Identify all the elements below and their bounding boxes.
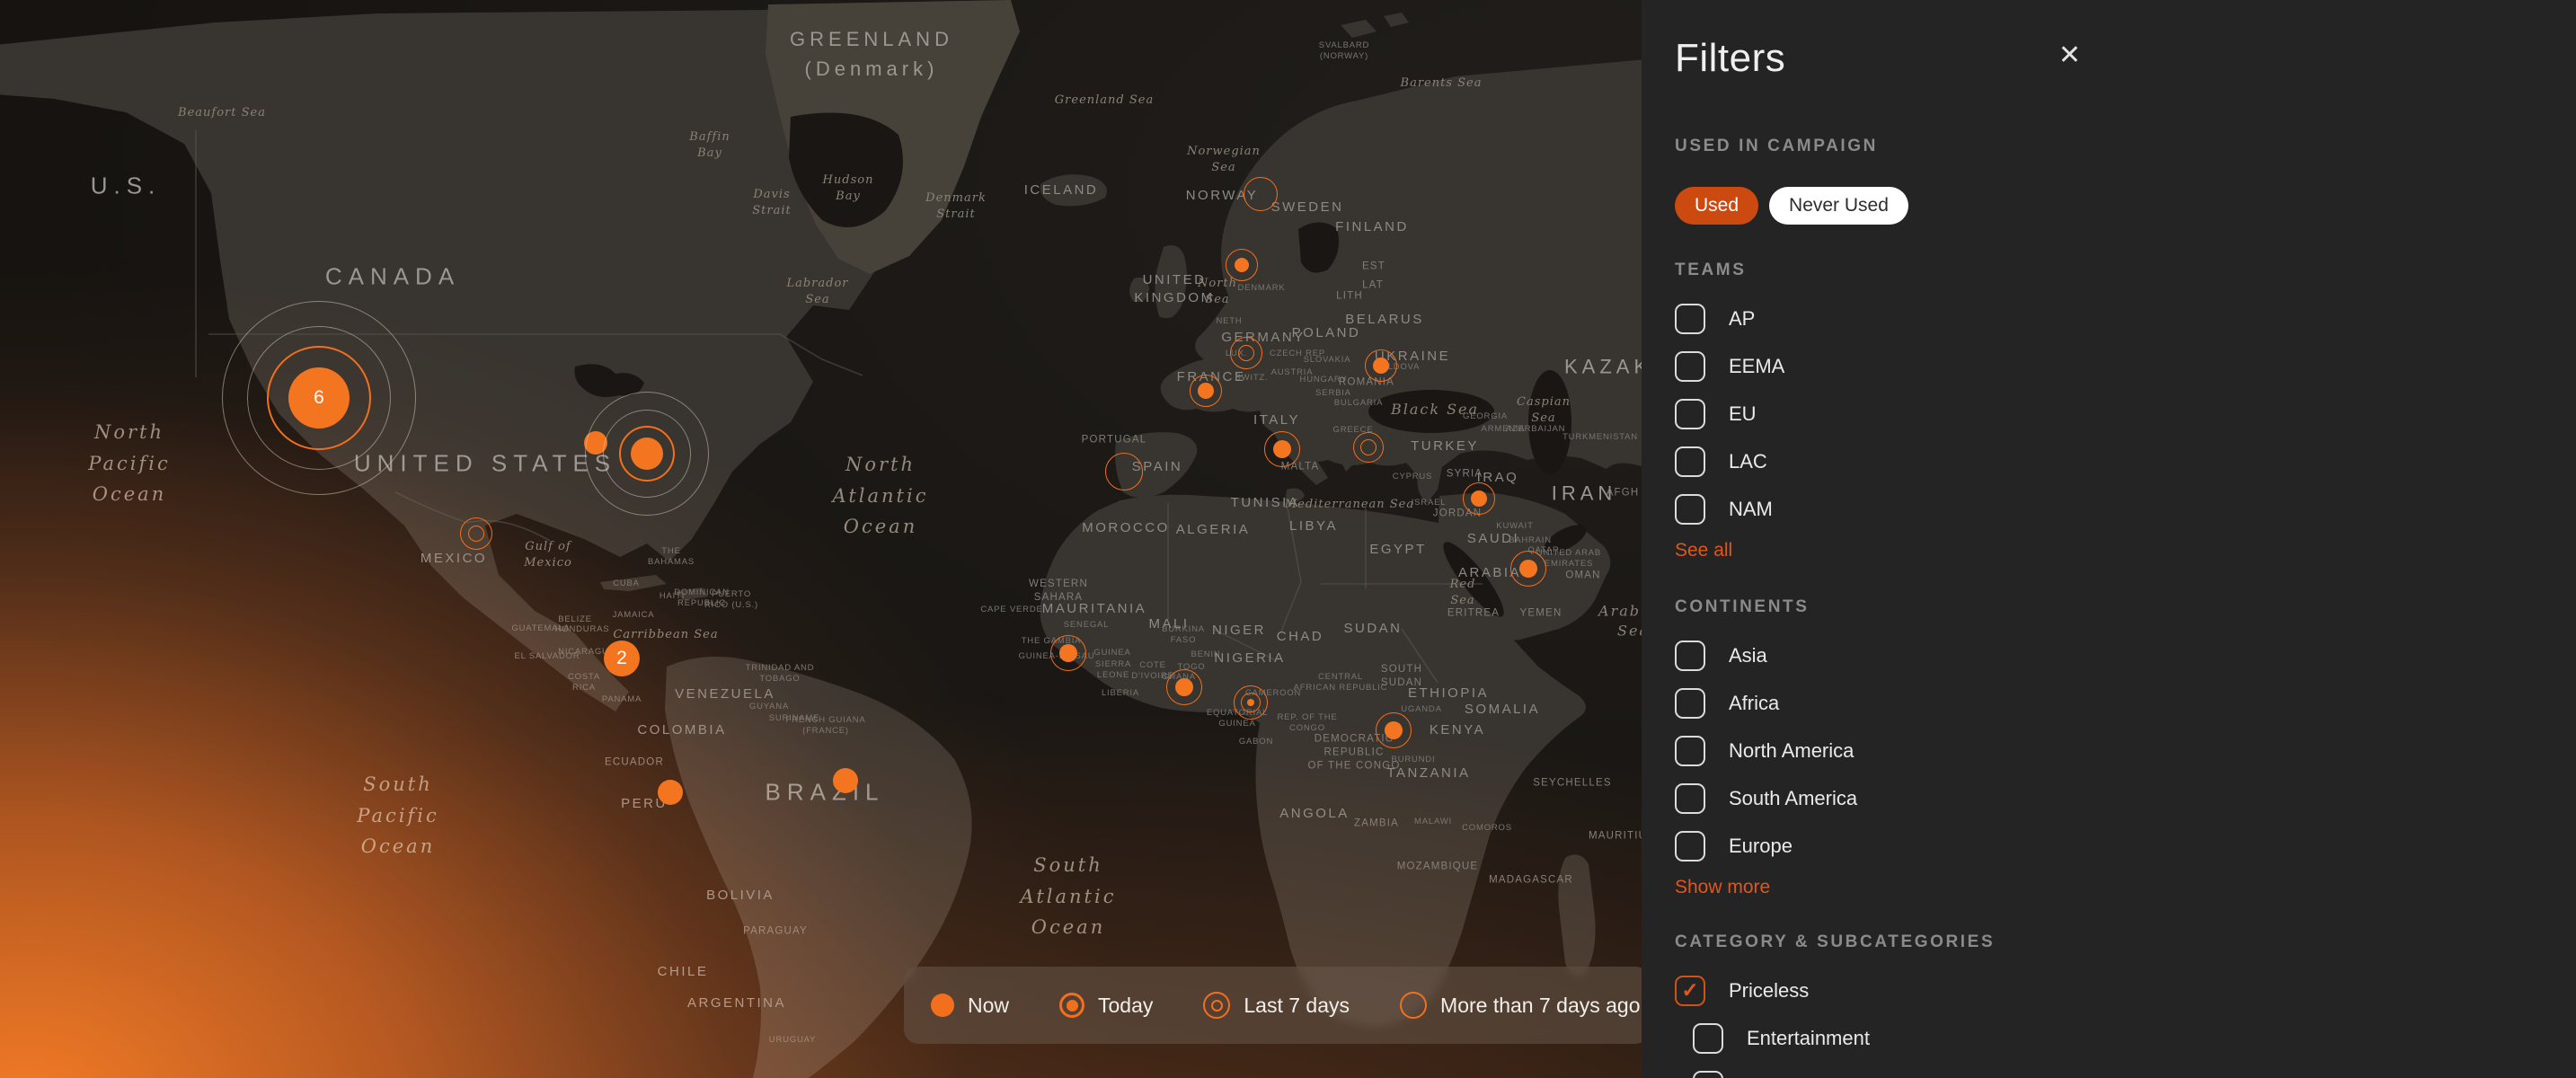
legend-item-more7: More than 7 days ago — [1400, 992, 1640, 1019]
pill-never-used[interactable]: Never Used — [1769, 187, 1908, 225]
today-marker-icon — [1059, 993, 1084, 1018]
checkbox-label: Europe — [1729, 835, 1793, 858]
section-heading-continents: CONTINENTS — [1675, 597, 2081, 617]
checkbox-europe[interactable] — [1675, 831, 1705, 862]
legend-label: Last 7 days — [1244, 994, 1350, 1018]
legend-label: Now — [968, 994, 1009, 1018]
checkbox-africa[interactable] — [1675, 688, 1705, 719]
cluster-count: 6 — [314, 387, 324, 409]
marker-ring — [1230, 337, 1262, 369]
marker-dot — [658, 780, 683, 805]
checkbox-eema[interactable] — [1675, 351, 1705, 382]
checkbox-label: AP — [1729, 307, 1755, 331]
marker-ring — [460, 517, 492, 550]
checkbox-entertainment[interactable] — [1693, 1023, 1723, 1054]
checkbox-label: North America — [1729, 739, 1854, 763]
marker-dot — [631, 437, 663, 470]
last7-marker-icon — [1203, 992, 1230, 1019]
checkbox-row-nam[interactable]: NAM — [1675, 485, 2081, 533]
cluster-count: 2 — [616, 648, 627, 669]
checkbox-label: NAM — [1729, 498, 1773, 521]
marker-dot — [1385, 721, 1403, 739]
checkbox-empty[interactable] — [1693, 1071, 1723, 1078]
marker-dot: 6 — [288, 367, 350, 429]
checkbox-north-america[interactable] — [1675, 736, 1705, 766]
panel-title: Filters — [1675, 36, 1785, 81]
show-more-link[interactable]: Show more — [1675, 877, 1770, 898]
checkbox-label: EU — [1729, 402, 1757, 426]
legend-item-today: Today — [1059, 993, 1153, 1018]
legend-label: Today — [1098, 994, 1153, 1018]
checkbox-row-asia[interactable]: Asia — [1675, 632, 2081, 679]
checkbox-row-north-america[interactable]: North America — [1675, 727, 2081, 774]
section-heading-used-in-campaign: USED IN CAMPAIGN — [1675, 137, 2081, 156]
checkbox-row-europe[interactable]: Europe — [1675, 822, 2081, 870]
pill-used[interactable]: Used — [1675, 187, 1758, 225]
checkbox-row-eema[interactable]: EEMA — [1675, 342, 2081, 390]
checkbox-row-south-america[interactable]: South America — [1675, 774, 2081, 822]
now-marker-icon — [931, 994, 954, 1017]
checkbox-row-africa[interactable]: Africa — [1675, 679, 2081, 727]
teams-options: AP EEMA EU LAC NAM — [1675, 295, 2081, 533]
see-all-link[interactable]: See all — [1675, 540, 1732, 561]
checkbox-row-lac[interactable]: LAC — [1675, 437, 2081, 485]
checkbox-label: Priceless — [1729, 979, 1809, 1003]
app-root: U.S.CANADAUNITED STATESBRAZILGREENLAND (… — [0, 0, 2576, 1078]
map-legend: Now Today Last 7 days More than 7 days ago — [904, 967, 1650, 1044]
checkbox-row-entertainment[interactable]: Entertainment — [1693, 1014, 2081, 1062]
marker-dot — [1175, 678, 1193, 696]
checkbox-row-eu[interactable]: EU — [1675, 390, 2081, 437]
used-pills: Used Never Used — [1675, 187, 2081, 225]
legend-item-last7: Last 7 days — [1203, 992, 1350, 1019]
marker-dot — [1198, 383, 1214, 399]
check-icon: ✓ — [1681, 980, 1698, 1001]
marker-dot: 2 — [604, 641, 640, 676]
checkbox-row-priceless[interactable]: ✓ Priceless — [1675, 967, 2081, 1014]
checkbox-lac[interactable] — [1675, 446, 1705, 477]
checkbox-label: Entertainment — [1747, 1027, 1870, 1050]
close-icon[interactable]: ✕ — [2058, 36, 2081, 75]
marker-ring — [1244, 177, 1278, 211]
checkbox-asia[interactable] — [1675, 641, 1705, 671]
checkbox-label: Africa — [1729, 692, 1779, 715]
checkbox-row-empty[interactable] — [1693, 1062, 2081, 1078]
filters-panel: Filters ✕ USED IN CAMPAIGN Used Never Use… — [1642, 0, 2576, 1078]
legend-label: More than 7 days ago — [1440, 994, 1640, 1018]
marker-dot — [1273, 440, 1291, 458]
section-heading-teams: TEAMS — [1675, 261, 2081, 280]
checkbox-priceless[interactable]: ✓ — [1675, 976, 1705, 1006]
checkbox-eu[interactable] — [1675, 399, 1705, 429]
marker-dot — [1235, 258, 1249, 272]
marker-dot — [1059, 644, 1077, 662]
checkbox-label: LAC — [1729, 450, 1767, 473]
checkbox-ap[interactable] — [1675, 304, 1705, 334]
checkbox-label: EEMA — [1729, 355, 1784, 378]
marker-ring — [1105, 453, 1143, 490]
checkbox-south-america[interactable] — [1675, 783, 1705, 814]
marker-dot — [1247, 699, 1254, 706]
checkbox-nam[interactable] — [1675, 494, 1705, 525]
marker-dot — [833, 768, 858, 793]
continents-options: Asia Africa North America South America Euro… — [1675, 632, 2081, 870]
marker-dot — [1519, 560, 1537, 578]
checkbox-row-ap[interactable]: AP — [1675, 295, 2081, 342]
section-heading-categories: CATEGORY & SUBCATEGORIES — [1675, 932, 2081, 952]
marker-ring — [1353, 432, 1384, 463]
legend-item-now: Now — [931, 994, 1009, 1018]
marker-dot — [1373, 358, 1389, 374]
checkbox-label: South America — [1729, 787, 1857, 810]
categories-options: ✓ Priceless Entertainment — [1675, 967, 2081, 1078]
marker-dot — [1471, 490, 1487, 507]
checkbox-label: Asia — [1729, 644, 1767, 667]
more7-marker-icon — [1400, 992, 1427, 1019]
